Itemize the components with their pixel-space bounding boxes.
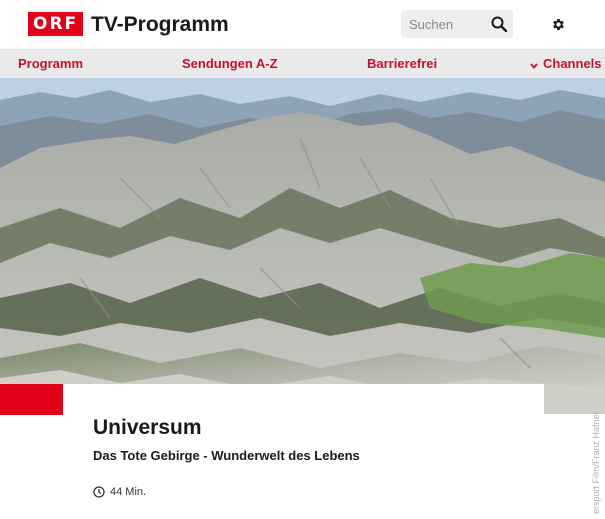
program-info-card: Universum Das Tote Gebirge - Wunderwelt … bbox=[63, 384, 544, 519]
nav-item-channels[interactable]: Channels bbox=[530, 50, 602, 78]
page-title[interactable]: TV-Programm bbox=[91, 12, 229, 38]
search-label: Suchen bbox=[409, 16, 454, 32]
logo-text: ORF bbox=[33, 14, 79, 34]
duration-label: 44 Min. bbox=[110, 486, 147, 498]
photo-credit-text: ersport Film/Franz Hafner bbox=[591, 411, 601, 514]
duration: 44 Min. bbox=[93, 486, 146, 498]
search-input[interactable]: Suchen bbox=[401, 10, 513, 38]
photo-credit: ersport Film/Franz Hafner bbox=[589, 411, 601, 516]
hero-image bbox=[0, 78, 605, 414]
nav-item-barrierefrei[interactable]: Barrierefrei bbox=[367, 50, 437, 78]
clock-icon bbox=[93, 486, 105, 498]
nav-item-channels-label: Channels bbox=[543, 56, 602, 71]
nav-item-programm[interactable]: Programm bbox=[18, 50, 83, 78]
accent-block bbox=[0, 384, 63, 415]
nav-item-sendungen-a-z[interactable]: Sendungen A-Z bbox=[182, 50, 278, 78]
mountain-landscape bbox=[0, 78, 605, 414]
show-title: Universum bbox=[93, 416, 202, 439]
gear-icon[interactable] bbox=[548, 14, 568, 34]
top-bar: ORF TV-Programm Suchen bbox=[0, 0, 605, 50]
main-nav: Programm Sendungen A-Z Barrierefrei Chan… bbox=[0, 50, 605, 78]
episode-title: Das Tote Gebirge - Wunderwelt des Lebens bbox=[93, 448, 360, 463]
orf-logo[interactable]: ORF bbox=[28, 12, 84, 36]
search-icon[interactable] bbox=[485, 10, 513, 38]
chevron-down-icon bbox=[530, 51, 538, 79]
